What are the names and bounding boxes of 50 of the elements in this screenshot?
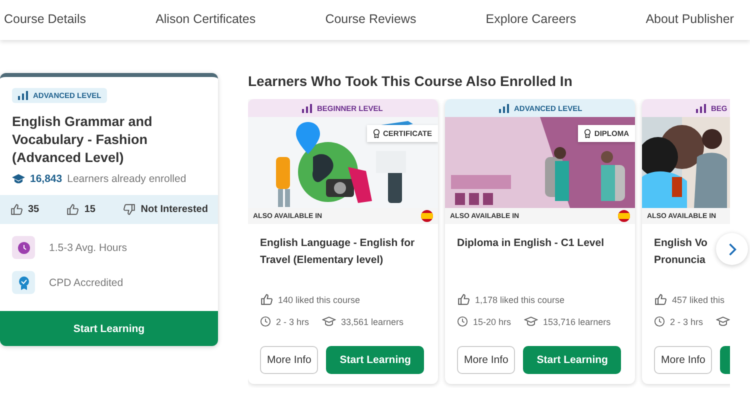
feature-label: 1.5-3 Avg. Hours: [49, 242, 128, 254]
duration-text: 2 - 3 hrs: [670, 316, 704, 326]
nav-tab[interactable]: Explore Careers: [486, 8, 576, 32]
graduation-cap-icon: [716, 316, 730, 327]
start-learning-button[interactable]: Start Learning: [0, 311, 218, 346]
level-bars-icon: [302, 104, 312, 112]
graduation-cap-icon: [524, 316, 538, 327]
level-bars-icon: [499, 104, 509, 112]
nav-tab[interactable]: About Publisher: [646, 8, 734, 32]
next-arrow-button[interactable]: [716, 233, 748, 265]
likes-count: 35: [28, 204, 40, 215]
level-bars-icon: [696, 104, 706, 112]
duration-text: 2 - 3 hrs: [276, 316, 310, 326]
clock-icon: [654, 316, 665, 327]
learners-text: 33,561 learners: [341, 316, 404, 326]
enrolled-count: 16,843: [30, 173, 62, 185]
likes-text: 140 liked this course: [278, 294, 360, 304]
feature-label: CPD Accredited: [49, 276, 124, 288]
course-title: Diploma in English - C1 Level: [457, 236, 606, 251]
award-icon: [372, 129, 380, 138]
course-title: English Grammar and Vocabulary - Fashion (Advanced Level): [12, 113, 154, 167]
duration-text: 15-20 hrs: [473, 316, 512, 326]
start-learning-button[interactable]: Start Learning: [523, 346, 622, 374]
learners-text: 153,716 learners: [543, 316, 611, 326]
graduation-cap-icon: [12, 174, 25, 184]
badge-icon: [12, 271, 35, 294]
more-info-button[interactable]: More Info: [260, 346, 318, 374]
thumbs-up-icon: [66, 203, 80, 216]
more-info-button[interactable]: More Info: [654, 346, 712, 374]
thumbs-down-icon: [122, 203, 136, 216]
section-heading: Learners Who Took This Course Also Enrolled In: [248, 73, 574, 89]
nav-tab[interactable]: Course Reviews: [325, 8, 416, 32]
enrolled-label: Learners already enrolled: [67, 173, 186, 185]
graduation-cap-icon: [322, 316, 336, 327]
likes-text: 457 liked this: [672, 294, 725, 304]
nav-tab[interactable]: Course Details: [4, 8, 86, 32]
level-bars-icon: [18, 91, 28, 100]
course-title: English Vo Pronuncia: [654, 236, 708, 268]
not-interested-button[interactable]: Not Interested: [122, 203, 208, 216]
clock-icon: [260, 316, 271, 327]
more-info-button[interactable]: More Info: [457, 346, 516, 374]
start-learning-button[interactable]: Start Learning: [326, 346, 424, 374]
nav-tab[interactable]: Alison Certificates: [156, 8, 256, 32]
thumbs-up-count: 15: [84, 204, 96, 215]
chevron-right-icon: [728, 242, 736, 256]
award-icon: [584, 129, 592, 138]
course-title: English Language - English for Travel (Elementary level): [260, 236, 416, 268]
clock-icon: [12, 236, 35, 259]
likes-text: 1,178 liked this course: [475, 294, 565, 304]
clock-icon: [457, 316, 468, 327]
